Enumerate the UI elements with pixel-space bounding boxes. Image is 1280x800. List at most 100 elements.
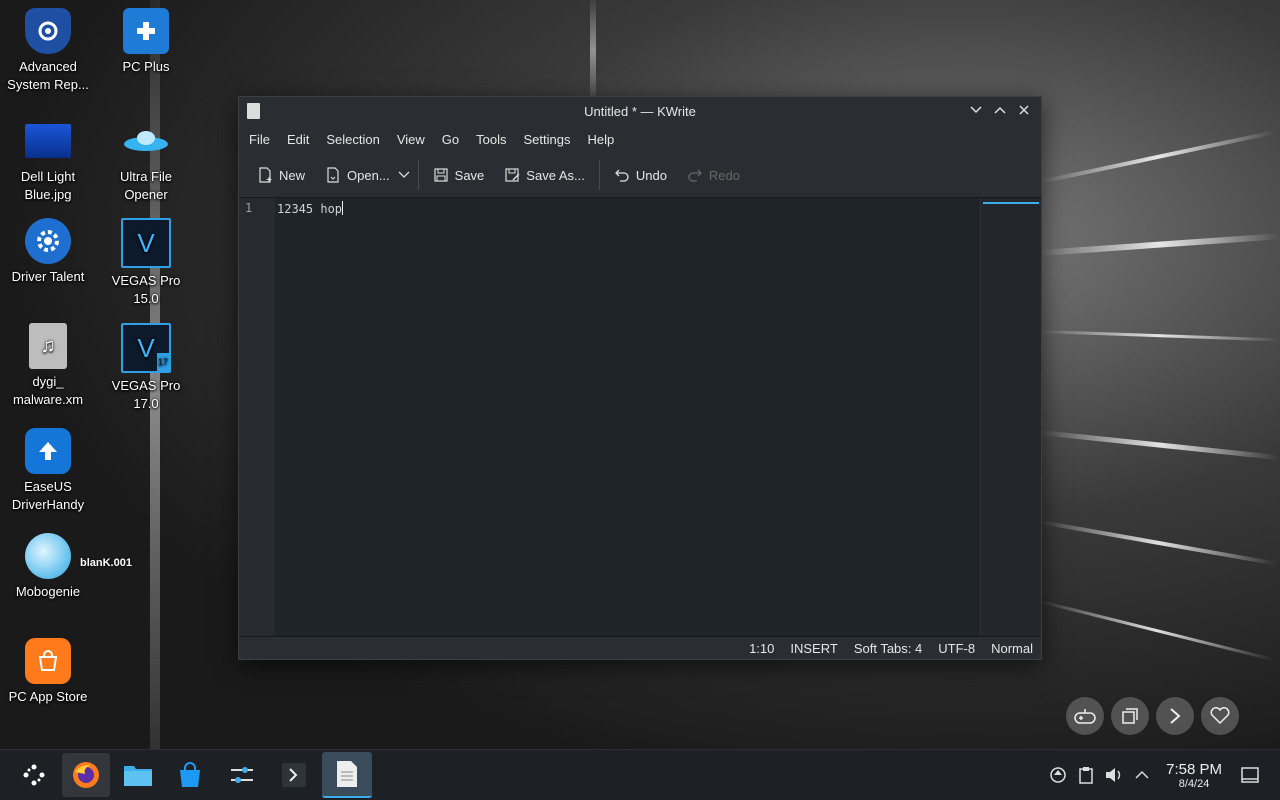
folder-icon: [124, 766, 152, 786]
taskbar-system-settings[interactable]: [218, 753, 266, 797]
window-switch-button[interactable]: [1111, 697, 1149, 735]
updates-icon[interactable]: [1044, 761, 1072, 789]
volume-icon[interactable]: [1100, 761, 1128, 789]
maximize-button[interactable]: [991, 101, 1009, 119]
application-launcher[interactable]: [10, 753, 58, 797]
menu-bar: File Edit Selection View Go Tools Settin…: [239, 125, 1041, 153]
heart-icon: [1210, 707, 1230, 725]
sliders-icon: [231, 767, 253, 783]
next-button[interactable]: [1156, 697, 1194, 735]
taskbar-discover[interactable]: [166, 753, 214, 797]
chevron-up-icon: [994, 106, 1006, 114]
desktop-icon-label: Driver Talent: [11, 269, 85, 284]
taskbar-file-manager[interactable]: [114, 753, 162, 797]
desktop-icon-advanced-system-repair[interactable]: Advanced System Rep...: [0, 8, 96, 94]
desktop-icon: [1241, 767, 1259, 783]
taskbar: 7:58 PM 8/4/24: [0, 749, 1280, 800]
taskbar-konsole[interactable]: [270, 753, 318, 797]
open-button[interactable]: Open...: [315, 163, 394, 187]
menu-edit[interactable]: Edit: [281, 132, 320, 147]
upload-icon: [25, 428, 71, 474]
undo-label: Undo: [635, 167, 667, 183]
desktop-icon-dell-light-blue[interactable]: Dell Light Blue.jpg: [0, 118, 96, 204]
desktop-icon-pc-app-store[interactable]: PC App Store: [0, 638, 96, 706]
menu-view[interactable]: View: [391, 132, 436, 147]
desktop-icon-dygi-malware[interactable]: ♫ dygi_ malware.xm: [0, 323, 96, 409]
version-badge: 17: [156, 353, 169, 371]
syntax-mode[interactable]: Normal: [983, 641, 1041, 656]
save-as-button[interactable]: Save As...: [494, 163, 595, 187]
menu-file[interactable]: File: [243, 132, 281, 147]
input-mode[interactable]: INSERT: [782, 641, 845, 656]
image-file-icon: [25, 124, 71, 158]
indentation-setting[interactable]: Soft Tabs: 4: [846, 641, 930, 656]
editor-text-line[interactable]: 12345 hop: [277, 201, 344, 216]
new-label: New: [279, 167, 306, 183]
desktop-icon-vegas-pro-17[interactable]: V 17 VEGAS Pro 17.0: [98, 323, 194, 413]
desktop-icon-easeus-driverhandy[interactable]: EaseUS DriverHandy: [0, 428, 96, 514]
text-document-icon: [337, 761, 357, 787]
terminal-icon: [282, 763, 306, 787]
text-editor-area[interactable]: 1 12345 hop: [239, 198, 1041, 637]
close-icon: [1019, 105, 1029, 115]
toolbar: New Open... Save Save As... Undo Redo: [239, 153, 1041, 198]
encoding-setting[interactable]: UTF-8: [930, 641, 983, 656]
editor-text: 12345 hop: [277, 202, 343, 216]
menu-go[interactable]: Go: [436, 132, 470, 147]
taskbar-firefox[interactable]: [62, 753, 110, 797]
toolbar-separator: [417, 160, 419, 190]
launcher-icon: [23, 764, 45, 786]
close-button[interactable]: [1015, 101, 1033, 119]
desktop-icon-label: EaseUS DriverHandy: [11, 479, 85, 512]
taskbar-kwrite[interactable]: [322, 752, 372, 798]
line-number: 1: [245, 201, 253, 215]
save-as-icon: [505, 168, 520, 182]
show-hidden-icons-button[interactable]: [1128, 761, 1156, 789]
desktop-icon-ultra-file-opener[interactable]: Ultra File Opener: [98, 118, 194, 204]
desktop-icon-label: Ultra File Opener: [119, 169, 172, 202]
gamepad-icon: [1074, 709, 1096, 724]
desktop-icon-label: dygi_ malware.xm: [12, 374, 84, 407]
undo-button[interactable]: Undo: [604, 163, 677, 187]
cursor-position[interactable]: 1:10: [741, 641, 782, 656]
redo-icon: [688, 169, 702, 182]
open-document-icon: [327, 167, 339, 183]
gamepad-button[interactable]: [1066, 697, 1104, 735]
desktop-icon-label: PC App Store: [8, 689, 88, 704]
minimap-view-marker: [983, 202, 1039, 204]
menu-selection[interactable]: Selection: [320, 132, 390, 147]
clock-date: 8/4/24: [1178, 777, 1210, 790]
desktop-icon-pc-plus[interactable]: PC Plus: [98, 8, 194, 76]
save-as-label: Save As...: [526, 167, 585, 183]
chevron-down-icon: [970, 106, 982, 114]
kwrite-window: Untitled * — KWrite File Edit Selection …: [238, 96, 1042, 660]
clipboard-icon[interactable]: [1072, 761, 1100, 789]
menu-settings[interactable]: Settings: [518, 132, 582, 147]
digital-clock[interactable]: 7:58 PM 8/4/24: [1156, 761, 1236, 790]
menu-help[interactable]: Help: [581, 132, 625, 147]
text-cursor: [342, 201, 344, 215]
desktop-icon-driver-talent[interactable]: Driver Talent: [0, 218, 96, 286]
chevron-down-icon: [398, 171, 410, 178]
desktop-icon-label: VEGAS Pro 15.0: [111, 273, 181, 306]
minimize-button[interactable]: [967, 101, 985, 119]
audio-file-icon: ♫: [29, 323, 67, 369]
new-document-icon: [259, 167, 272, 183]
favorite-button[interactable]: [1201, 697, 1239, 735]
document-icon: [247, 103, 260, 119]
redo-button[interactable]: Redo: [677, 163, 750, 187]
open-recent-dropdown[interactable]: [394, 167, 414, 183]
toolbar-separator: [598, 160, 600, 190]
save-button[interactable]: Save: [423, 163, 495, 187]
desktop-icon-vegas-pro-15[interactable]: V VEGAS Pro 15.0: [98, 218, 194, 308]
chevron-up-icon: [1135, 770, 1149, 779]
vegas-icon: V 17: [121, 323, 171, 373]
menu-tools[interactable]: Tools: [470, 132, 517, 147]
new-button[interactable]: New: [247, 163, 315, 187]
minimap-scrollbar[interactable]: [980, 198, 1041, 637]
show-desktop-button[interactable]: [1236, 761, 1264, 789]
title-bar[interactable]: Untitled * — KWrite: [239, 97, 1041, 125]
line-number-gutter: 1: [239, 198, 275, 637]
save-icon: [434, 168, 448, 182]
ufo-icon: [123, 118, 169, 164]
